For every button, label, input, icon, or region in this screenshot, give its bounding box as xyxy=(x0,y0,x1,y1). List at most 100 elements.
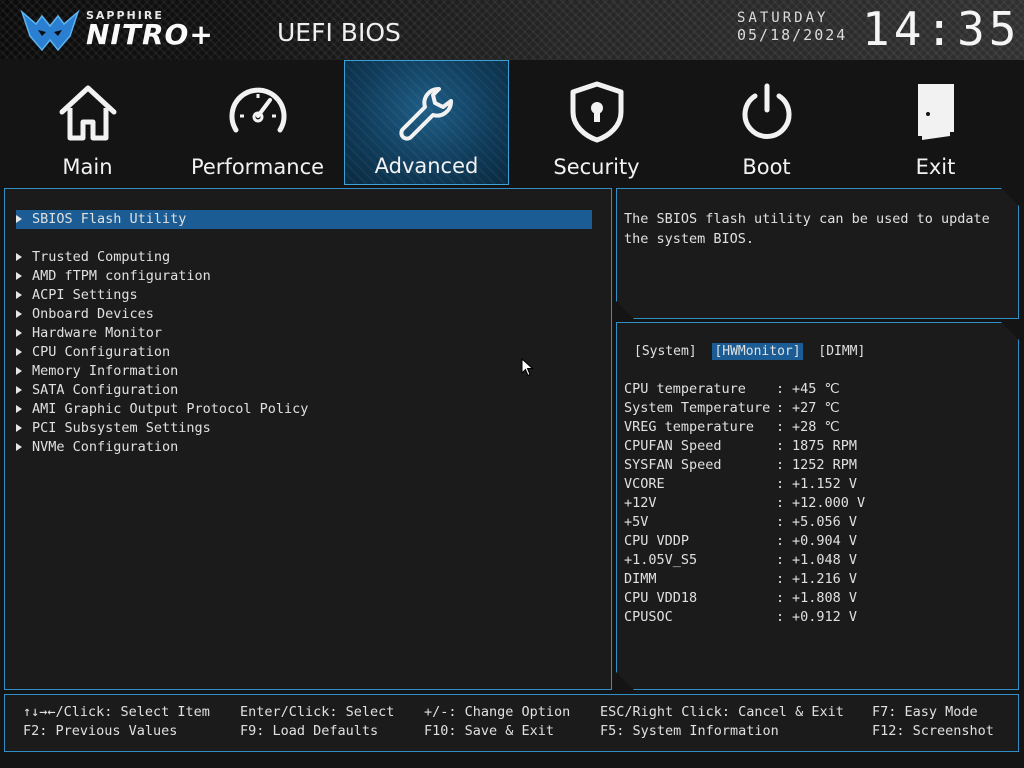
hw-reading-value: +12.000 V xyxy=(792,495,866,511)
tab-performance[interactable]: Performance xyxy=(175,60,340,185)
tab-main[interactable]: Main xyxy=(5,60,170,185)
submenu-arrow-icon xyxy=(16,272,22,280)
menu-item-trusted-computing[interactable]: Trusted Computing xyxy=(16,248,592,267)
hw-reading-value: +1.048 V xyxy=(792,552,858,568)
hw-reading-row: System Temperature: +27 ℃ xyxy=(624,399,865,418)
hw-reading-row: CPU temperature: +45 ℃ xyxy=(624,380,865,399)
hw-reading-value: +0.904 V xyxy=(792,533,858,549)
hw-monitor-readings: CPU temperature: +45 ℃ System Temperature… xyxy=(624,380,865,627)
hw-reading-name: +1.05V_S5 xyxy=(624,552,698,568)
wrench-icon xyxy=(398,87,453,141)
hw-reading-separator: : xyxy=(776,495,785,511)
hw-reading-name: +5V xyxy=(624,514,649,530)
home-icon xyxy=(59,85,116,141)
hw-reading-name: SYSFAN Speed xyxy=(624,457,722,473)
shield-lock-icon xyxy=(570,81,623,143)
submenu-arrow-icon xyxy=(16,386,22,394)
hw-monitor-tabs: [System] [HWMonitor] [DIMM] xyxy=(632,343,873,360)
tab-label: Exit xyxy=(915,155,956,179)
menu-item-cpu-configuration[interactable]: CPU Configuration xyxy=(16,343,592,362)
menu-item-nvme-configuration[interactable]: NVMe Configuration xyxy=(16,438,592,457)
hw-reading-row: +12V: +12.000 V xyxy=(624,494,865,513)
menu-item-label: AMI Graphic Output Protocol Policy xyxy=(32,401,309,417)
submenu-arrow-icon xyxy=(16,310,22,318)
hw-reading-row: +5V: +5.056 V xyxy=(624,513,865,532)
hw-reading-value: +1.808 V xyxy=(792,590,858,606)
hw-tab-system[interactable]: [System] xyxy=(632,343,699,360)
brand-name-logo: NITRO+ xyxy=(86,18,214,51)
menu-item-pci-subsystem-settings[interactable]: PCI Subsystem Settings xyxy=(16,419,592,438)
hw-reading-name: VREG temperature xyxy=(624,419,755,435)
submenu-arrow-icon xyxy=(16,291,22,299)
menu-item-sbios-flash-utility[interactable]: SBIOS Flash Utility xyxy=(16,210,592,229)
hw-reading-value: +28 ℃ xyxy=(792,419,840,435)
menu-item-acpi-settings[interactable]: ACPI Settings xyxy=(16,286,592,305)
weekday-label: SATURDAY xyxy=(737,10,829,26)
tab-security[interactable]: Security xyxy=(514,60,679,185)
hw-reading-row: +1.05V_S5: +1.048 V xyxy=(624,551,865,570)
mouse-pointer-icon xyxy=(521,358,534,377)
menu-spacer xyxy=(16,229,592,248)
menu-item-sata-configuration[interactable]: SATA Configuration xyxy=(16,381,592,400)
hw-tab-hwmonitor[interactable]: [HWMonitor] xyxy=(712,343,803,360)
hw-reading-row: CPU VDDP: +0.904 V xyxy=(624,532,865,551)
bios-title: UEFI BIOS xyxy=(277,18,401,47)
tab-boot[interactable]: Boot xyxy=(684,60,849,185)
hint-previous-values: F2: Previous Values xyxy=(23,723,178,739)
menu-item-onboard-devices[interactable]: Onboard Devices xyxy=(16,305,592,324)
hw-reading-name: System Temperature xyxy=(624,400,771,416)
menu-item-memory-information[interactable]: Memory Information xyxy=(16,362,592,381)
tab-label: Advanced xyxy=(374,154,479,178)
hw-reading-separator: : xyxy=(776,609,785,625)
hw-reading-value: +27 ℃ xyxy=(792,400,840,416)
hw-reading-separator: : xyxy=(776,438,785,454)
menu-item-label: SATA Configuration xyxy=(32,382,179,398)
menu-item-label: NVMe Configuration xyxy=(32,439,179,455)
hw-reading-row: DIMM: +1.216 V xyxy=(624,570,865,589)
menu-item-label: ACPI Settings xyxy=(32,287,138,303)
hw-reading-separator: : xyxy=(776,590,785,606)
door-icon xyxy=(917,84,954,140)
hw-reading-row: SYSFAN Speed:1252 RPM xyxy=(624,456,865,475)
menu-item-label: Onboard Devices xyxy=(32,306,154,322)
menu-item-label: CPU Configuration xyxy=(32,344,171,360)
hw-reading-name: VCORE xyxy=(624,476,665,492)
date-label: 05/18/2024 xyxy=(737,26,848,44)
power-icon xyxy=(742,83,791,139)
hw-reading-separator: : xyxy=(776,381,785,397)
menu-item-label: Memory Information xyxy=(32,363,179,379)
tab-advanced[interactable]: Advanced xyxy=(344,60,509,185)
hw-reading-value: +45 ℃ xyxy=(792,381,840,397)
settings-menu-list: SBIOS Flash Utility Trusted Computing AM… xyxy=(16,210,592,457)
hw-reading-name: +12V xyxy=(624,495,657,511)
hw-tab-dimm[interactable]: [DIMM] xyxy=(816,343,867,360)
clock-display: 14:35 xyxy=(862,2,1021,56)
hw-reading-value: +0.912 V xyxy=(792,609,858,625)
menu-item-amd-ftpm-configuration[interactable]: AMD fTPM configuration xyxy=(16,267,592,286)
hint-save-exit: F10: Save & Exit xyxy=(424,723,555,739)
hw-reading-separator: : xyxy=(776,476,785,492)
hw-reading-name: CPU temperature xyxy=(624,381,746,397)
hw-reading-value: 1252 RPM xyxy=(792,457,858,473)
hint-system-information: F5: System Information xyxy=(600,723,779,739)
header-bar: SAPPHIRE NITRO+ UEFI BIOS SATURDAY 05/18… xyxy=(0,0,1024,60)
hw-reading-value: +1.152 V xyxy=(792,476,858,492)
hw-reading-row: CPU VDD18: +1.808 V xyxy=(624,589,865,608)
help-description: The SBIOS flash utility can be used to u… xyxy=(624,211,990,247)
speedometer-icon xyxy=(229,87,286,133)
menu-item-ami-graphic-output-protocol-policy[interactable]: AMI Graphic Output Protocol Policy xyxy=(16,400,592,419)
hw-reading-name: CPUFAN Speed xyxy=(624,438,722,454)
hw-reading-name: CPUSOC xyxy=(624,609,673,625)
hint-change-option: +/-: Change Option xyxy=(424,704,571,720)
tab-label: Boot xyxy=(742,155,791,179)
hw-reading-row: CPUFAN Speed:1875 RPM xyxy=(624,437,865,456)
hw-reading-row: VREG temperature: +28 ℃ xyxy=(624,418,865,437)
tab-exit[interactable]: Exit xyxy=(853,60,1018,185)
submenu-arrow-icon xyxy=(16,215,22,223)
hint-easy-mode: F7: Easy Mode xyxy=(872,704,978,720)
submenu-arrow-icon xyxy=(16,405,22,413)
help-panel xyxy=(616,188,1019,319)
menu-item-hardware-monitor[interactable]: Hardware Monitor xyxy=(16,324,592,343)
hint-cancel-exit: ESC/Right Click: Cancel & Exit xyxy=(600,704,844,720)
menu-item-label: SBIOS Flash Utility xyxy=(32,211,187,227)
